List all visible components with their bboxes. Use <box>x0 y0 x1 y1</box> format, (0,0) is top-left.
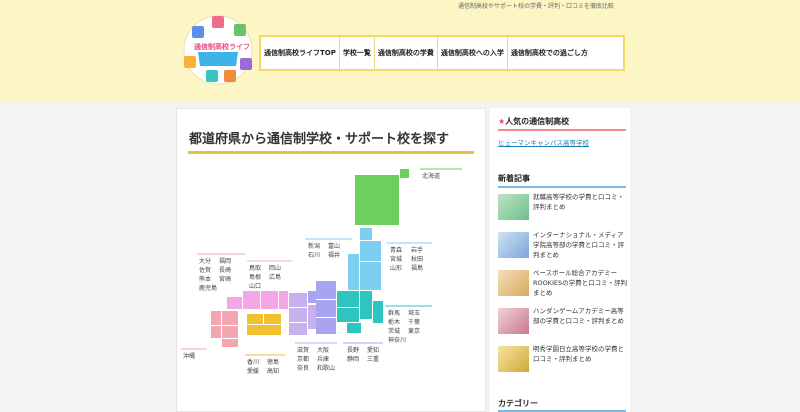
label-shizuoka[interactable]: 静岡 <box>347 355 359 363</box>
label-fukui[interactable]: 福井 <box>328 251 340 259</box>
label-oita[interactable]: 大分 <box>199 257 211 265</box>
label-fukuoka[interactable]: 福岡 <box>219 257 231 265</box>
article-thumbnail[interactable] <box>498 346 529 372</box>
label-niigata[interactable]: 新潟 <box>308 242 320 250</box>
nav-item-top[interactable]: 通信制高校ライフTOP <box>261 37 340 69</box>
article-title[interactable]: 就職高等学校の学費と口コミ・評判まとめ <box>533 192 628 212</box>
article-item[interactable]: 就職高等学校の学費と口コミ・評判まとめ <box>498 192 628 224</box>
label-tokushima[interactable]: 徳島 <box>267 358 279 366</box>
label-kagoshima[interactable]: 鹿児島 <box>199 284 217 292</box>
nav-item-school-list[interactable]: 学校一覧 <box>340 37 375 69</box>
label-ishikawa[interactable]: 石川 <box>308 252 320 259</box>
popular-heading-rule <box>498 129 626 131</box>
label-yamagata[interactable]: 山形 <box>390 264 402 272</box>
label-tokyo[interactable]: 東京 <box>408 327 420 335</box>
label-miyagi[interactable]: 宮城 <box>390 255 402 263</box>
site-tagline: 通信制高校やサポート校の学費・評判・口コミを徹底比較 <box>457 3 614 10</box>
label-wakayama[interactable]: 和歌山 <box>317 364 335 372</box>
nav-item-admission[interactable]: 通信制高校への入学 <box>438 37 508 69</box>
article-item[interactable]: ハンダンゲームアカデミー高等部の学費と口コミ・評判まとめ <box>498 306 628 338</box>
label-kanagawa[interactable]: 神奈川 <box>388 336 406 344</box>
global-nav: 通信制高校ライフTOP 学校一覧 通信制高校の学費 通信制高校への入学 通信制高… <box>259 35 625 71</box>
logo-illustration-icon: 通信制高校ライフ <box>183 15 253 85</box>
label-chiba[interactable]: 千葉 <box>408 318 420 326</box>
label-saga[interactable]: 佐賀 <box>199 266 211 274</box>
label-kyoto[interactable]: 京都 <box>297 355 309 363</box>
region-kanto[interactable]: 群馬 埼玉 栃木 千葉 茨城 東京 神奈川 <box>337 291 432 344</box>
nav-item-tuition[interactable]: 通信制高校の学費 <box>375 37 438 69</box>
label-hyogo[interactable]: 兵庫 <box>317 355 329 363</box>
label-nagasaki[interactable]: 長崎 <box>219 266 231 274</box>
label-tottori[interactable]: 鳥取 <box>249 264 261 272</box>
region-okinawa[interactable]: 沖縄 <box>181 348 207 360</box>
label-nagano[interactable]: 長野 <box>347 346 359 354</box>
new-articles-rule <box>498 186 626 188</box>
popular-school-link[interactable]: ヒューマンキャンパス高等学校 <box>498 137 589 147</box>
label-toyama[interactable]: 富山 <box>328 242 340 250</box>
japan-map: 北海道 青森 岩手 宮城 秋田 山形 福島 新潟 富山 石川 福井 群馬 埼玉 … <box>181 168 462 375</box>
label-hokkaido[interactable]: 北海道 <box>422 172 440 180</box>
region-hokkaido[interactable]: 北海道 <box>355 168 462 225</box>
label-shimane[interactable]: 島根 <box>249 273 261 281</box>
site-logo[interactable]: 通信制高校ライフ <box>176 12 260 89</box>
label-mie[interactable]: 三重 <box>367 355 379 363</box>
label-kumamoto[interactable]: 熊本 <box>199 275 211 283</box>
label-saitama[interactable]: 埼玉 <box>408 309 420 317</box>
article-title[interactable]: インターナショナル・メディア学院高等部の学費と口コミ・評判まとめ <box>533 230 628 260</box>
region-shikoku[interactable]: 香川 徳島 愛媛 高知 <box>245 314 285 375</box>
label-hiroshima[interactable]: 広島 <box>269 273 281 281</box>
logo-text: 通信制高校ライフ <box>194 42 250 51</box>
category-heading: カテゴリー <box>498 399 538 408</box>
label-akita[interactable]: 秋田 <box>411 255 423 263</box>
article-title[interactable]: ベースボール総合アカデミー ROOKIESの学費と口コミ・評判まとめ <box>533 268 628 298</box>
label-shiga[interactable]: 滋賀 <box>297 346 309 354</box>
region-hokuriku[interactable]: 新潟 富山 石川 福井 <box>305 238 352 259</box>
title-underline <box>188 151 474 154</box>
label-ehime[interactable]: 愛媛 <box>247 367 259 375</box>
article-item[interactable]: 明秀学園日立高等学校の学費と口コミ・評判まとめ <box>498 344 628 376</box>
label-miyazaki[interactable]: 宮崎 <box>219 275 231 283</box>
label-iwate[interactable]: 岩手 <box>411 246 423 254</box>
article-title[interactable]: 明秀学園日立高等学校の学費と口コミ・評判まとめ <box>533 344 628 364</box>
site-header: 通信制高校やサポート校の学費・評判・口コミを徹底比較 通信制高校ライフ 通信制高… <box>0 0 800 101</box>
label-tochigi[interactable]: 栃木 <box>388 318 400 326</box>
article-item[interactable]: インターナショナル・メディア学院高等部の学費と口コミ・評判まとめ <box>498 230 628 262</box>
popular-schools-heading: ★人気の通信制高校 <box>498 117 570 126</box>
article-title[interactable]: ハンダンゲームアカデミー高等部の学費と口コミ・評判まとめ <box>533 306 628 326</box>
label-ibaraki[interactable]: 茨城 <box>388 327 400 335</box>
new-articles-heading: 新着記事 <box>498 174 530 183</box>
page-title: 都道府県から通信制学校・サポート校を探す <box>189 132 450 147</box>
label-nara[interactable]: 奈良 <box>297 364 309 372</box>
label-aichi[interactable]: 愛知 <box>367 346 379 354</box>
region-chugoku[interactable]: 鳥取 岡山 島根 広島 山口 <box>227 260 292 309</box>
label-fukushima[interactable]: 福島 <box>411 264 423 272</box>
label-yamaguchi[interactable]: 山口 <box>249 282 261 290</box>
sidebar: ★人気の通信制高校 ヒューマンキャンパス高等学校 新着記事 就職高等学校の学費と… <box>490 108 630 412</box>
label-kochi[interactable]: 高知 <box>267 367 279 375</box>
main-content: 都道府県から通信制学校・サポート校を探す 北海道 青森 岩手 宮城 秋田 山形 … <box>176 108 486 412</box>
article-item[interactable]: ベースボール総合アカデミー ROOKIESの学費と口コミ・評判まとめ <box>498 268 628 300</box>
label-gunma[interactable]: 群馬 <box>388 309 400 317</box>
label-kagawa[interactable]: 香川 <box>247 358 259 366</box>
article-thumbnail[interactable] <box>498 308 529 334</box>
label-okayama[interactable]: 岡山 <box>269 264 281 272</box>
label-aomori[interactable]: 青森 <box>390 246 402 254</box>
article-thumbnail[interactable] <box>498 270 529 296</box>
article-thumbnail[interactable] <box>498 232 529 258</box>
label-okinawa[interactable]: 沖縄 <box>183 352 195 360</box>
region-tohoku[interactable]: 青森 岩手 宮城 秋田 山形 福島 <box>348 228 432 290</box>
article-thumbnail[interactable] <box>498 194 529 220</box>
label-osaka[interactable]: 大阪 <box>317 346 329 354</box>
nav-item-life[interactable]: 通信制高校での過ごし方 <box>508 37 591 69</box>
